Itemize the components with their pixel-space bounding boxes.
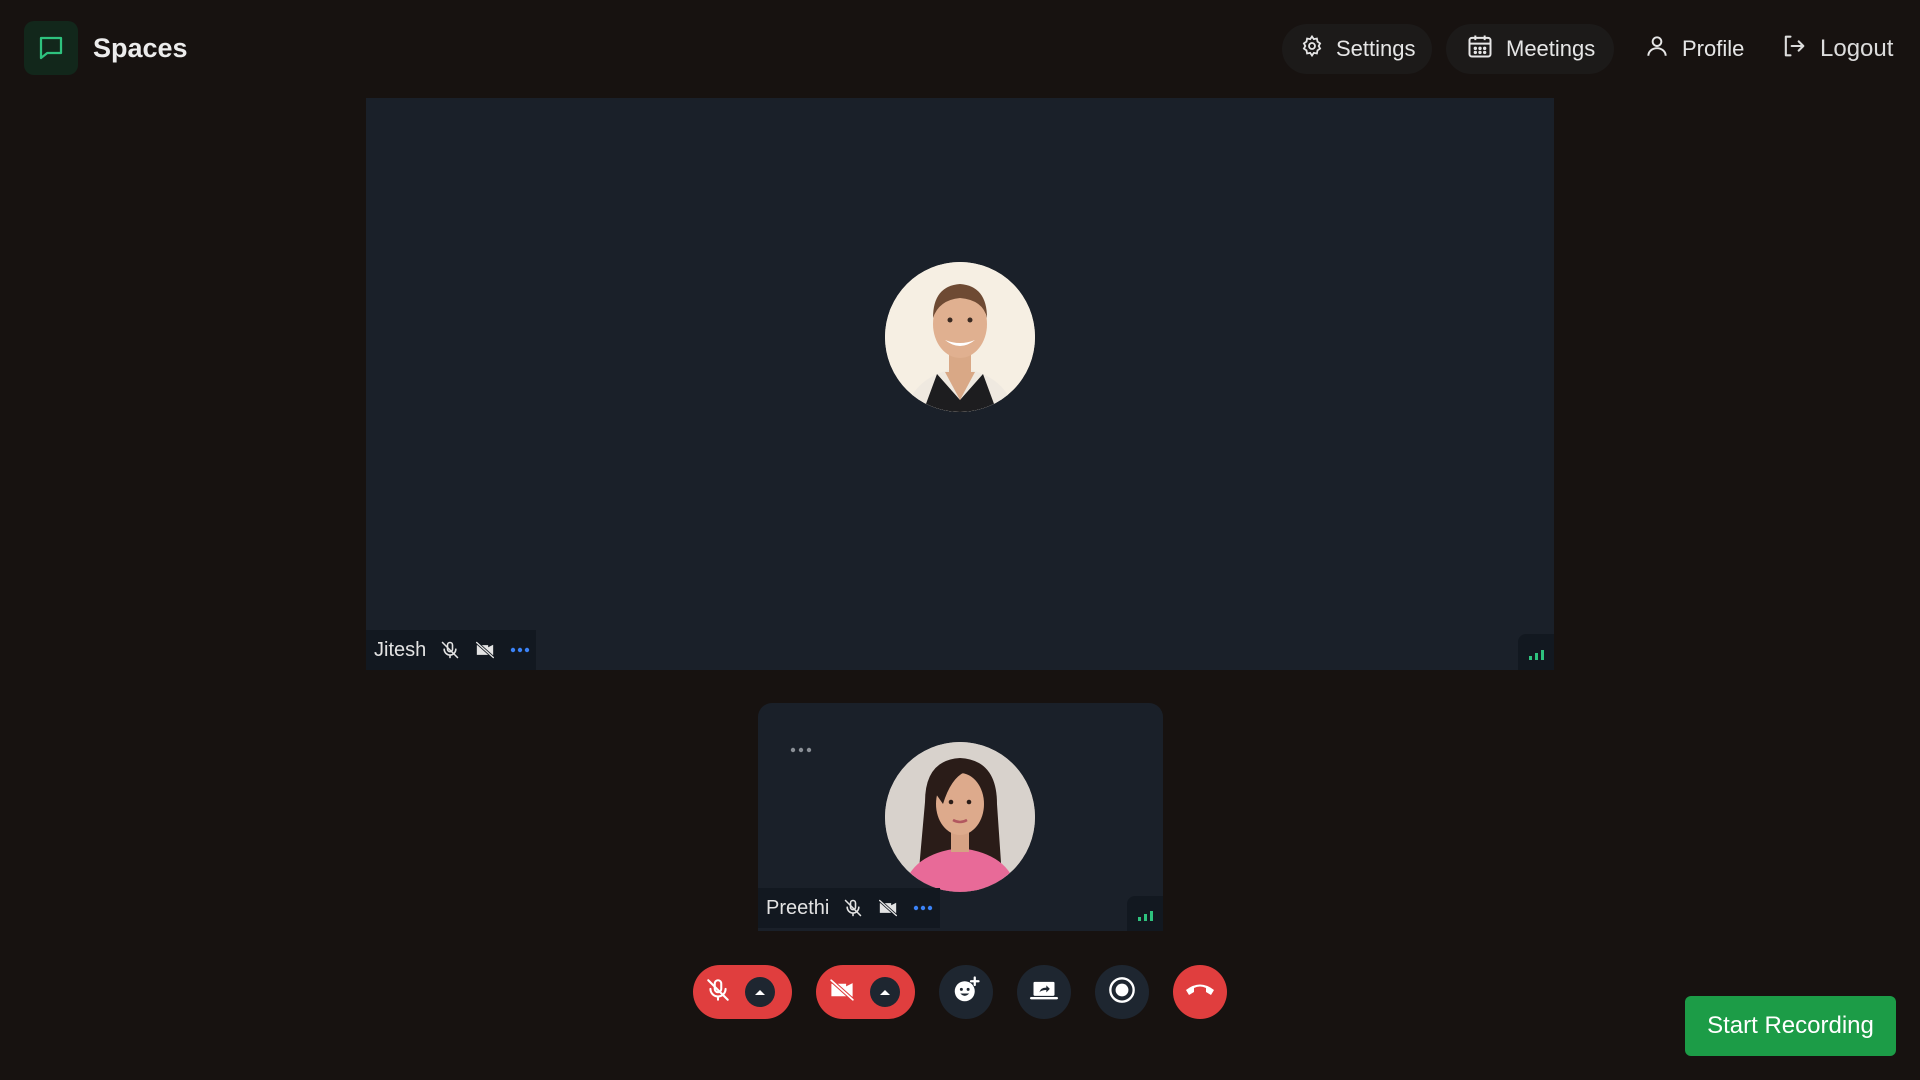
mic-off-icon [705, 977, 731, 1008]
participant-name: Preethi [766, 896, 830, 919]
call-controls [0, 965, 1920, 1019]
screen-share-icon [1029, 976, 1059, 1009]
chat-bubble-icon [24, 21, 78, 75]
signal-strength-icon [1127, 896, 1163, 931]
top-bar: Spaces Settings Meetings Profile Logout [0, 0, 1920, 98]
calendar-icon [1466, 32, 1494, 66]
mic-toggle-button[interactable] [693, 965, 792, 1019]
screen-share-button[interactable] [1017, 965, 1071, 1019]
record-button[interactable] [1095, 965, 1149, 1019]
gear-icon [1300, 34, 1324, 64]
reactions-button[interactable] [939, 965, 993, 1019]
brand[interactable]: Spaces [24, 21, 188, 75]
camera-toggle-button[interactable] [816, 965, 915, 1019]
chevron-up-icon[interactable] [745, 977, 775, 1007]
logout-label: Logout [1820, 35, 1894, 62]
profile-label: Profile [1682, 36, 1745, 61]
meetings-label: Meetings [1506, 36, 1596, 61]
mic-off-icon [843, 898, 863, 918]
more-options-icon[interactable] [510, 646, 530, 654]
leave-call-button[interactable] [1173, 965, 1227, 1019]
emoji-add-icon [951, 975, 981, 1010]
participant-name: Jitesh [374, 638, 427, 661]
record-icon [1108, 976, 1136, 1009]
profile-button[interactable]: Profile [1630, 24, 1758, 74]
more-options-icon[interactable] [790, 741, 812, 759]
video-off-icon [828, 977, 856, 1008]
video-off-icon [877, 898, 899, 918]
video-off-icon [474, 640, 496, 660]
start-recording-button[interactable]: Start Recording [1685, 996, 1896, 1056]
mic-off-icon [440, 640, 460, 660]
user-icon [1644, 33, 1670, 65]
logout-button[interactable]: Logout [1772, 24, 1912, 74]
chevron-up-icon[interactable] [870, 977, 900, 1007]
participant-tile-secondary[interactable]: Preethi [758, 703, 1163, 931]
settings-label: Settings [1336, 36, 1416, 61]
participant-name-bar: Preethi [758, 888, 940, 928]
settings-button[interactable]: Settings [1282, 24, 1432, 74]
avatar [885, 262, 1035, 412]
signal-strength-icon [1518, 634, 1554, 670]
phone-hangup-icon [1184, 979, 1216, 1006]
app-name: Spaces [93, 32, 188, 63]
logout-icon [1780, 32, 1808, 67]
participant-tile-main[interactable]: Jitesh [366, 98, 1554, 670]
more-options-icon[interactable] [913, 904, 933, 912]
meetings-button[interactable]: Meetings [1446, 24, 1614, 74]
avatar [885, 742, 1035, 892]
participant-name-bar: Jitesh [366, 630, 536, 670]
